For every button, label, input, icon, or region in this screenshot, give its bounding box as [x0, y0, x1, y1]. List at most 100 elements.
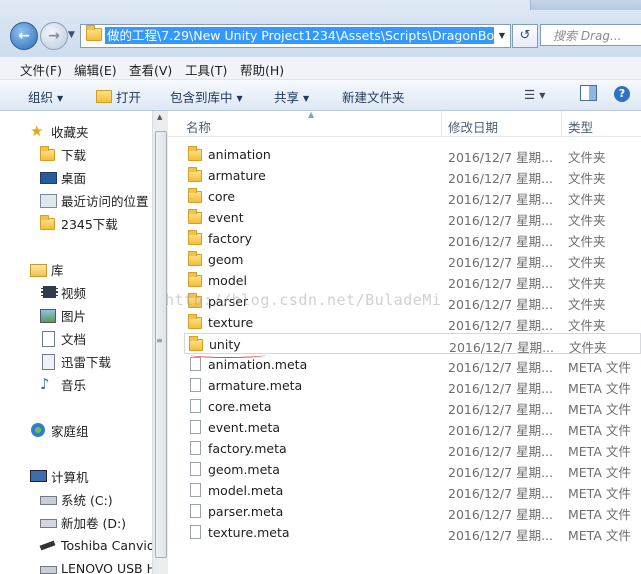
column-name[interactable]: 名称 — [186, 117, 211, 136]
nav-label: 2345下载 — [61, 216, 118, 232]
file-date: 2016/12/7 星期... — [448, 213, 553, 228]
menu-edit[interactable]: 编辑(E) — [74, 60, 117, 79]
nav-label: 桌面 — [61, 170, 87, 186]
nav-pane-scrollbar[interactable]: ▲ ≡ — [152, 111, 168, 574]
nav-label: 新加卷 (D:) — [61, 515, 127, 531]
music-icon: ♪ — [40, 375, 50, 393]
nav-item-2345-downloads[interactable]: 2345下载 — [40, 213, 118, 233]
file-row[interactable]: parser.meta 2016/12/7 星期... META 文件 — [184, 501, 641, 522]
file-row[interactable]: model.meta 2016/12/7 星期... META 文件 — [184, 480, 641, 501]
file-date: 2016/12/7 星期... — [448, 444, 553, 459]
menu-help[interactable]: 帮助(H) — [240, 60, 284, 79]
file-type: 文件夹 — [568, 318, 606, 333]
address-field[interactable]: 做的工程\7.29\New Unity Project1234\Assets\S… — [80, 24, 495, 48]
column-date[interactable]: 修改日期 — [448, 117, 498, 136]
menu-file[interactable]: 文件(F) — [20, 60, 62, 79]
nav-item-lenovo-usb[interactable]: LENOVO USB H — [40, 558, 152, 574]
folder-icon — [40, 215, 56, 231]
address-path[interactable]: 做的工程\7.29\New Unity Project1234\Assets\S… — [105, 27, 495, 44]
folder-row[interactable]: texture 2016/12/7 星期... 文件夹 — [184, 312, 641, 333]
folder-row[interactable]: factory 2016/12/7 星期... 文件夹 — [184, 228, 641, 249]
file-name: event — [208, 210, 244, 225]
folder-row[interactable]: animation 2016/12/7 星期... 文件夹 — [184, 144, 641, 165]
nav-computer[interactable]: 计算机 — [30, 466, 89, 486]
file-row[interactable]: armature.meta 2016/12/7 星期... META 文件 — [184, 375, 641, 396]
column-divider[interactable] — [561, 111, 562, 136]
menu-tools[interactable]: 工具(T) — [185, 60, 227, 79]
nav-item-toshiba[interactable]: Toshiba Canvio — [39, 535, 152, 555]
recent-places-icon — [40, 192, 57, 208]
view-options-button[interactable]: ☰ ▼ — [524, 87, 545, 102]
forward-button[interactable]: → — [40, 22, 68, 50]
file-row[interactable]: texture.meta 2016/12/7 星期... META 文件 — [184, 522, 641, 543]
file-row[interactable]: geom.meta 2016/12/7 星期... META 文件 — [184, 459, 641, 480]
scroll-up-icon[interactable]: ▲ — [157, 113, 162, 121]
grip-icon: ≡ — [156, 336, 163, 345]
nav-libraries[interactable]: 库 — [30, 259, 64, 279]
file-row[interactable]: core.meta 2016/12/7 星期... META 文件 — [184, 396, 641, 417]
file-name: texture — [208, 315, 254, 330]
nav-item-downloads[interactable]: 下载 — [40, 144, 86, 164]
help-button[interactable]: ? — [614, 85, 630, 102]
file-row[interactable]: factory.meta 2016/12/7 星期... META 文件 — [184, 438, 641, 459]
file-name: factory.meta — [208, 441, 287, 456]
nav-item-desktop[interactable]: 桌面 — [40, 167, 86, 187]
library-folder-icon — [40, 353, 56, 370]
file-icon — [190, 357, 201, 371]
file-row[interactable]: event.meta 2016/12/7 星期... META 文件 — [184, 417, 641, 438]
nav-item-pictures[interactable]: 图片 — [40, 305, 86, 325]
refresh-button[interactable]: ↺ — [512, 24, 538, 48]
file-type: META 文件 — [568, 444, 631, 459]
file-date: 2016/12/7 星期... — [448, 402, 553, 417]
computer-icon — [30, 468, 47, 484]
share-button[interactable]: 共享 ▼ — [274, 87, 309, 106]
file-icon — [190, 483, 201, 497]
nav-item-recent-places[interactable]: 最近访问的位置 — [40, 190, 149, 210]
file-date: 2016/12/7 星期... — [448, 381, 553, 396]
file-name: parser.meta — [208, 504, 284, 519]
nav-item-drive-c[interactable]: 系统 (C:) — [40, 489, 113, 509]
desktop-icon — [40, 169, 57, 185]
back-button[interactable]: ← — [10, 22, 38, 50]
file-name: model.meta — [208, 483, 284, 498]
search-input[interactable]: 搜索 Drag... — [540, 24, 641, 46]
column-divider[interactable] — [441, 111, 442, 136]
preview-pane-button[interactable] — [580, 85, 597, 104]
file-type: 文件夹 — [568, 234, 606, 249]
folder-row[interactable]: event 2016/12/7 星期... 文件夹 — [184, 207, 641, 228]
file-date: 2016/12/7 星期... — [448, 255, 553, 270]
file-name: core.meta — [208, 399, 272, 414]
nav-label: 计算机 — [51, 469, 89, 485]
nav-item-drive-d[interactable]: 新加卷 (D:) — [40, 512, 126, 532]
new-folder-button[interactable]: 新建文件夹 — [342, 87, 405, 106]
folder-icon — [189, 336, 203, 351]
column-type[interactable]: 类型 — [568, 117, 593, 136]
file-type: META 文件 — [568, 360, 631, 375]
usb-drive-icon — [40, 560, 57, 574]
folder-row[interactable]: geom 2016/12/7 星期... 文件夹 — [184, 249, 641, 270]
nav-label: 收藏夹 — [51, 124, 89, 140]
file-date: 2016/12/7 星期... — [448, 528, 553, 543]
file-date: 2016/12/7 星期... — [448, 465, 553, 480]
nav-item-music[interactable]: ♪ 音乐 — [40, 374, 86, 394]
window-controls[interactable] — [530, 0, 641, 10]
file-date: 2016/12/7 星期... — [448, 297, 553, 312]
nav-homegroup[interactable]: 家庭组 — [30, 420, 89, 440]
folder-row[interactable]: unity 2016/12/7 星期... 文件夹 — [184, 333, 641, 355]
recent-pages-dropdown[interactable]: ▼ — [68, 30, 75, 40]
address-dropdown-button[interactable]: ▼ — [494, 24, 511, 48]
nav-favorites[interactable]: ★ 收藏夹 — [30, 121, 89, 141]
folder-row[interactable]: core 2016/12/7 星期... 文件夹 — [184, 186, 641, 207]
file-name: event.meta — [208, 420, 281, 435]
open-button[interactable]: 打开 — [96, 87, 141, 106]
nav-item-documents[interactable]: 文档 — [40, 328, 86, 348]
file-type: 文件夹 — [568, 297, 606, 312]
organize-button[interactable]: 组织 ▼ — [28, 87, 63, 106]
folder-row[interactable]: armature 2016/12/7 星期... 文件夹 — [184, 165, 641, 186]
menu-view[interactable]: 查看(V) — [129, 60, 172, 79]
nav-item-xunlei-downloads[interactable]: 迅雷下载 — [40, 351, 111, 371]
include-in-library-button[interactable]: 包含到库中 ▼ — [170, 87, 243, 106]
file-date: 2016/12/7 星期... — [448, 486, 553, 501]
folder-row[interactable]: model 2016/12/7 星期... 文件夹 — [184, 270, 641, 291]
nav-item-videos[interactable]: 视频 — [40, 282, 86, 302]
